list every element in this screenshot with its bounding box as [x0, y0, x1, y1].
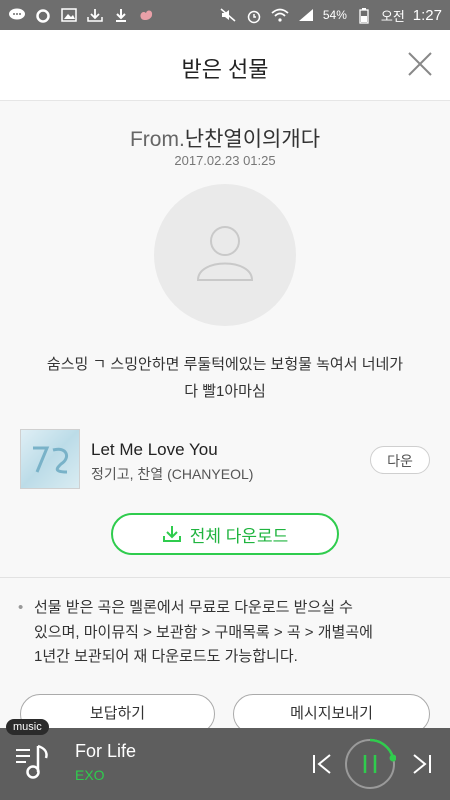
message-line: 다 빨1아마심 — [184, 383, 266, 400]
mini-player[interactable]: For Life EXO — [0, 728, 450, 800]
signal-icon — [297, 8, 315, 22]
page-title: 받은 선물 — [181, 57, 269, 82]
battery-icon — [355, 8, 373, 24]
avatar — [154, 184, 296, 326]
gift-date: 2017.02.23 01:25 — [174, 153, 276, 168]
status-bar-notifications — [8, 8, 156, 23]
clock-ampm: 오전 — [380, 8, 405, 24]
sticker-icon — [138, 8, 156, 22]
alarm-icon — [245, 8, 263, 24]
next-track-button[interactable] — [410, 752, 434, 776]
divider — [0, 577, 450, 578]
sync-icon — [34, 8, 52, 23]
sender-line: From.난찬열이의개다 — [0, 123, 450, 153]
gift-content: From.난찬열이의개다 2017.02.23 01:25 숨스밍 ㄱ 스밍안하… — [0, 101, 450, 734]
pause-button[interactable] — [344, 738, 397, 790]
message-line: 숨스밍 ㄱ 스밍안하면 루둘턱에있는 보헝물 녹여서 너네가 — [46, 356, 404, 373]
download-all-label: 전체 다운로드 — [189, 526, 289, 546]
album-art[interactable] — [20, 429, 80, 489]
header: 받은 선물 — [0, 30, 450, 101]
gift-message: 숨스밍 ㄱ 스밍안하면 루둘턱에있는 보헝물 녹여서 너네가 다 빨1아마심 — [18, 351, 432, 405]
status-bar: 54% 오전 1:27 — [0, 0, 450, 30]
song-artist: 정기고, 찬열 (CHANYEOL) — [91, 466, 254, 482]
skip-next-icon[interactable] — [410, 752, 434, 776]
notice-line: 있으며, 마이뮤직 > 보관함 > 구매목록 > 곡 > 개별곡에 — [34, 623, 373, 641]
download-icon — [162, 526, 181, 542]
music-badge: music — [6, 719, 49, 735]
gallery-icon — [60, 8, 78, 22]
battery-percent: 54% — [322, 8, 347, 22]
mute-icon — [219, 8, 237, 22]
person-icon — [196, 226, 254, 281]
previous-track-button[interactable] — [310, 752, 334, 776]
playlist-icon[interactable] — [14, 742, 54, 782]
close-icon[interactable] — [406, 50, 434, 78]
song-item[interactable]: Let Me Love You 정기고, 찬열 (CHANYEOL) 다운 — [20, 429, 430, 491]
sender-name: 난찬열이의개다 — [184, 128, 321, 151]
skip-previous-icon[interactable] — [310, 752, 334, 776]
download-tray-icon — [86, 8, 104, 22]
now-playing-title: For Life — [75, 741, 137, 761]
chat-icon — [8, 8, 26, 22]
download-button[interactable]: 다운 — [370, 446, 430, 474]
pause-icon[interactable] — [344, 738, 397, 790]
album-art-mark — [27, 444, 75, 476]
song-title: Let Me Love You — [91, 440, 218, 459]
bullet-icon: • — [18, 599, 24, 616]
clock-time: 1:27 — [412, 6, 442, 24]
status-bar-system: 54% 오전 1:27 — [219, 6, 442, 25]
notice-line: 선물 받은 곡은 멜론에서 무료로 다운로드 받으실 수 — [34, 599, 353, 616]
wifi-icon — [271, 8, 289, 22]
gift-notice: • 선물 받은 곡은 멜론에서 무료로 다운로드 받으실 수 있으며, 마이뮤직… — [18, 596, 432, 670]
now-playing-artist: EXO — [75, 767, 105, 783]
download-all-button[interactable]: 전체 다운로드 — [111, 513, 339, 555]
download-icon — [112, 8, 130, 22]
notice-line: 1년간 보관되어 재 다운로드도 가능합니다. — [34, 648, 298, 665]
close-button[interactable] — [406, 50, 434, 78]
from-prefix: From. — [129, 128, 185, 151]
